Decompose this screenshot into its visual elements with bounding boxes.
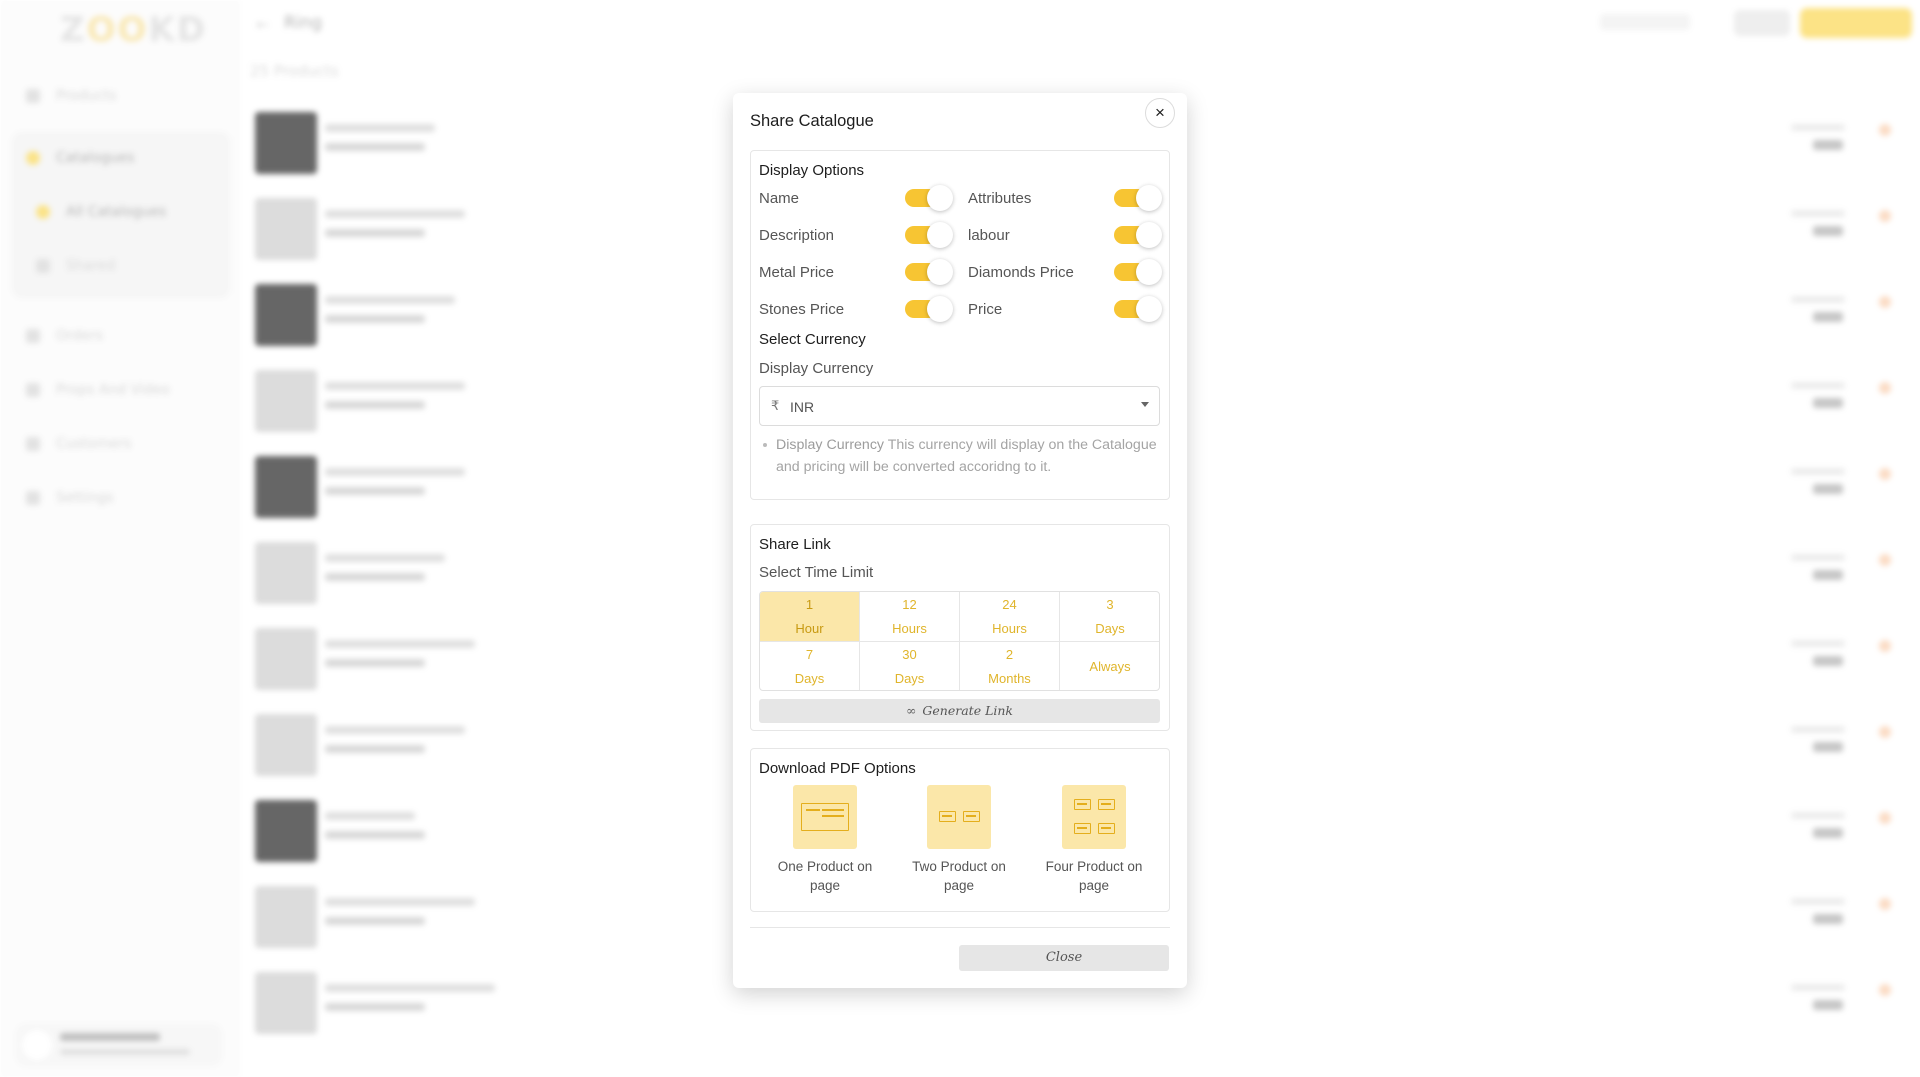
- labour-toggle[interactable]: [1114, 222, 1165, 248]
- pdf-option-label: Two Product on page: [912, 859, 1006, 893]
- four-product-layout-icon: [1062, 785, 1126, 849]
- description-toggle[interactable]: [905, 222, 956, 248]
- display-options-heading: Display Options: [759, 162, 865, 179]
- close-button[interactable]: Close: [959, 945, 1169, 971]
- name-toggle[interactable]: [905, 185, 956, 211]
- option-description: Description: [759, 222, 959, 248]
- option-label: labour: [968, 227, 1010, 244]
- time-option-12-hours[interactable]: 12 Hours: [860, 592, 960, 642]
- diamonds-price-toggle[interactable]: [1114, 259, 1165, 285]
- time-option-7-days[interactable]: 7 Days: [760, 642, 860, 690]
- display-currency-label: Display Currency: [759, 360, 874, 377]
- metal-price-toggle[interactable]: [905, 259, 956, 285]
- currency-select[interactable]: ₹ INR: [759, 386, 1160, 426]
- option-stones-price: Stones Price: [759, 296, 959, 322]
- pdf-option-label: Four Product on page: [1045, 859, 1143, 893]
- pdf-option-one-product[interactable]: One Product on page: [766, 785, 876, 905]
- option-label: Diamonds Price: [968, 264, 1074, 281]
- attributes-toggle[interactable]: [1114, 185, 1165, 211]
- time-option-2-months[interactable]: 2 Months: [960, 642, 1060, 690]
- option-labour: labour: [968, 222, 1168, 248]
- option-label: Metal Price: [759, 264, 835, 281]
- two-product-layout-icon: [927, 785, 991, 849]
- share-catalogue-dialog: Share Catalogue × Display Options Name A…: [733, 93, 1187, 988]
- share-link-heading: Share Link: [759, 536, 831, 553]
- option-label: Attributes: [968, 190, 1032, 207]
- rupee-icon: ₹: [771, 398, 780, 413]
- currency-value: INR: [790, 399, 815, 415]
- time-limit-grid: 1 Hour 12 Hours 24 Hours 3 Days 7 Days 30 Days…: [759, 591, 1160, 691]
- chevron-down-icon: [1141, 402, 1149, 407]
- price-toggle[interactable]: [1114, 296, 1165, 322]
- pdf-option-two-product[interactable]: Two Product on page: [900, 785, 1010, 905]
- link-icon: ∞: [906, 703, 917, 718]
- dialog-title: Share Catalogue: [750, 112, 874, 130]
- option-label: Description: [759, 227, 835, 244]
- display-options-card: Display Options Name Attributes Descript…: [750, 150, 1170, 500]
- option-metal-price: Metal Price: [759, 259, 959, 285]
- option-label: Price: [968, 301, 1003, 318]
- time-option-1-hour[interactable]: 1 Hour: [760, 592, 860, 642]
- time-option-3-days[interactable]: 3 Days: [1060, 592, 1159, 642]
- hint-title: Display Currency: [776, 437, 885, 453]
- share-link-card: Share Link Select Time Limit 1 Hour 12 Hou…: [750, 524, 1170, 731]
- option-label: Stones Price: [759, 301, 845, 318]
- stones-price-toggle[interactable]: [905, 296, 956, 322]
- download-pdf-heading: Download PDF Options: [759, 760, 916, 777]
- select-currency-heading: Select Currency: [759, 331, 866, 348]
- pdf-option-label: One Product on page: [777, 859, 873, 893]
- bullet-icon: [763, 443, 767, 447]
- download-pdf-card: Download PDF Options One Product on page…: [750, 748, 1170, 912]
- generate-link-button[interactable]: ∞ Generate Link: [759, 699, 1160, 723]
- time-option-24-hours[interactable]: 24 Hours: [960, 592, 1060, 642]
- close-icon[interactable]: ×: [1145, 98, 1175, 128]
- option-name: Name: [759, 185, 959, 211]
- pdf-option-four-product[interactable]: Four Product on page: [1035, 785, 1145, 905]
- option-diamonds-price: Diamonds Price: [968, 259, 1168, 285]
- time-option-always[interactable]: Always: [1060, 642, 1159, 690]
- footer-divider: [750, 927, 1170, 928]
- time-option-30-days[interactable]: 30 Days: [860, 642, 960, 690]
- one-product-layout-icon: [793, 785, 857, 849]
- option-label: Name: [759, 190, 800, 207]
- option-price: Price: [968, 296, 1168, 322]
- time-limit-label: Select Time Limit: [759, 564, 874, 581]
- currency-hint: Display Currency This currency will disp…: [763, 434, 1163, 500]
- option-attributes: Attributes: [968, 185, 1168, 211]
